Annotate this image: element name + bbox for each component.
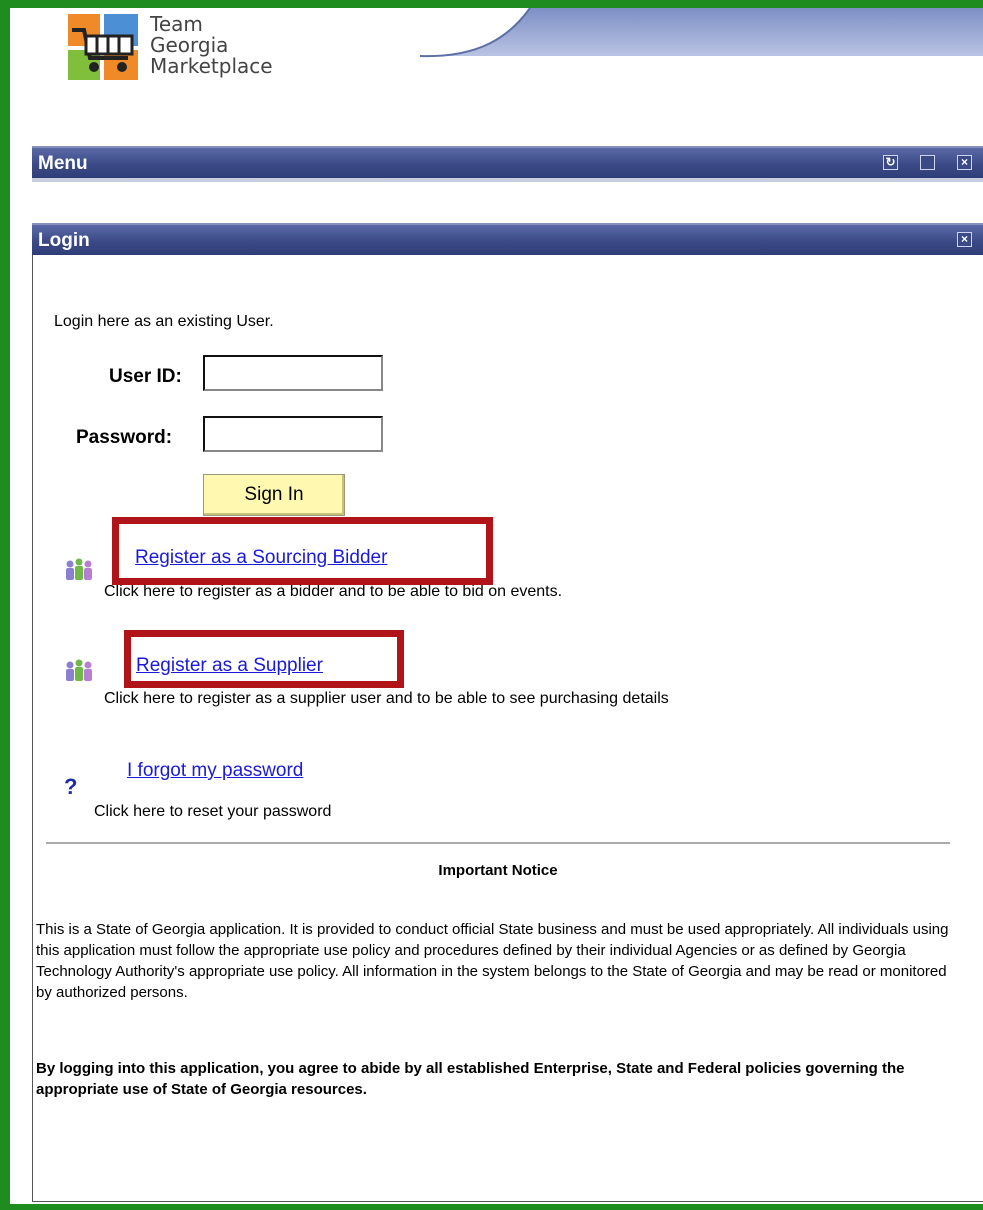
- forgot-password-link[interactable]: I forgot my password: [127, 760, 303, 782]
- brand-name: Team Georgia Marketplace: [150, 14, 273, 77]
- users-icon: [66, 659, 92, 681]
- brand-line-1: Team: [150, 12, 203, 36]
- forgot-password-description: Click here to reset your password: [94, 803, 332, 820]
- notice-agreement: By logging into this application, you ag…: [36, 1060, 905, 1098]
- user-id-label: User ID:: [109, 366, 182, 387]
- notice-title: Important Notice: [438, 862, 558, 879]
- brand-line-2: Georgia: [150, 33, 229, 57]
- maximize-icon[interactable]: [920, 155, 935, 170]
- password-input[interactable]: [203, 416, 383, 452]
- users-icon: [66, 558, 92, 580]
- menu-title: Menu: [38, 153, 88, 174]
- divider: [46, 842, 950, 844]
- notice-body: This is a State of Georgia application. …: [36, 921, 949, 1001]
- register-bidder-description: Click here to register as a bidder and t…: [104, 583, 563, 600]
- menu-body: [32, 178, 983, 182]
- login-intro: Login here as an existing User.: [54, 313, 274, 330]
- header-banner: [420, 8, 983, 58]
- login-title: Login: [38, 230, 90, 251]
- register-supplier-description: Click here to register as a supplier use…: [104, 690, 669, 707]
- marketplace-logo: [68, 14, 140, 82]
- user-id-input[interactable]: [203, 355, 383, 391]
- brand-line-3: Marketplace: [150, 54, 273, 78]
- login-header: Login ×: [32, 223, 983, 255]
- sign-in-button[interactable]: Sign In: [203, 474, 345, 516]
- password-label: Password:: [76, 427, 173, 448]
- highlight-box-supplier: [124, 630, 404, 688]
- close-icon[interactable]: ×: [957, 232, 972, 247]
- menu-header: Menu ↻ ×: [32, 146, 983, 178]
- close-icon[interactable]: ×: [957, 155, 972, 170]
- refresh-icon[interactable]: ↻: [883, 155, 898, 170]
- question-mark-icon: ?: [64, 774, 78, 799]
- highlight-box-bidder: [112, 517, 493, 585]
- cart-icon: [72, 28, 134, 72]
